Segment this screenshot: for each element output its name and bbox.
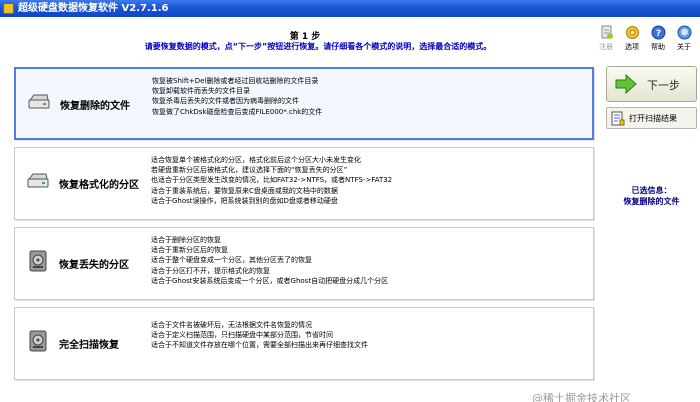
option-line: 适合于定义扫描范围，只扫描硬盘中某部分范围，节省时间 <box>151 331 333 340</box>
options-button[interactable]: 选项 <box>620 23 644 59</box>
disk-search-icon <box>27 250 49 272</box>
option-description: 适合于删除分区的恢复 适合于重新分区后的恢复 适合于整个硬盘变成一个分区，其他分… <box>151 235 388 286</box>
help-button[interactable]: ? 帮助 <box>646 23 670 59</box>
option-line: 恢复做了ChkDsk磁盘检查后变成FILE000*.chk的文件 <box>152 107 323 116</box>
option-recover-lost-partition[interactable]: 恢复丢失的分区 适合于删除分区的恢复 适合于重新分区后的恢复 适合于整个硬盘变成… <box>14 227 594 300</box>
option-line: 适合于文件名被破坏后，无法根据文件名恢复的情况 <box>151 321 312 329</box>
option-line: 适合于分区打不开，提示格式化的恢复 <box>151 266 270 275</box>
option-line: 适合于删除分区的恢复 <box>151 236 221 244</box>
option-description: 适合恢复单个被格式化的分区，格式化前后这个分区大小未发生变化 若硬盘重新分区后被… <box>151 155 392 206</box>
option-line: 适合于Ghost误操作，把系统装到别的盘如D盘或者移动硬盘 <box>151 196 338 205</box>
open-scan-results-label: 打开扫描结果 <box>629 114 677 123</box>
app-icon <box>3 3 14 14</box>
svg-text:?: ? <box>655 29 660 39</box>
option-description: 适合于文件名被破坏后，无法根据文件名恢复的情况 适合于定义扫描范围，只扫描硬盘中… <box>151 320 368 351</box>
option-title: 恢复丢失的分区 <box>59 260 129 271</box>
sidebar: 下一步 打开扫描结果 已选信息： 恢复删除的文件 <box>603 63 700 402</box>
option-line: 恢复杀毒后丢失的文件或者因为病毒删除的文件 <box>152 97 299 106</box>
option-line: 若硬盘重新分区后被格式化，建议选择下面的“恢复丢失的分区” <box>151 166 348 175</box>
toolbar: 注册 选项 ? 帮助 关于 <box>594 23 698 61</box>
title-bar: 超级硬盘数据恢复软件 V2.7.1.6 <box>0 0 700 17</box>
option-title: 恢复删除的文件 <box>60 101 130 112</box>
option-title: 恢复格式化的分区 <box>59 180 139 191</box>
about-label: 关于 <box>677 43 691 51</box>
register-label: 注册 <box>599 43 613 51</box>
selected-info-value: 恢复删除的文件 <box>623 197 680 206</box>
open-scan-results-button[interactable]: 打开扫描结果 <box>606 107 697 129</box>
recovery-mode-list: 恢复删除的文件 恢复被Shift+Del删除或者经过回收站删除的文件目录 恢复卸… <box>10 63 598 402</box>
about-button[interactable]: 关于 <box>672 23 696 59</box>
register-button[interactable]: 注册 <box>594 23 618 59</box>
option-recover-deleted-files[interactable]: 恢复删除的文件 恢复被Shift+Del删除或者经过回收站删除的文件目录 恢复卸… <box>14 67 594 140</box>
option-title: 完全扫描恢复 <box>59 340 119 351</box>
disk-icon <box>28 94 50 110</box>
option-line: 适合于重新分区后的恢复 <box>151 246 228 255</box>
option-line: 适合于重装系统后，要恢复原来C盘桌面或我的文档中的数据 <box>151 186 338 195</box>
selected-info-label: 已选信息： <box>631 186 672 195</box>
main-window: 第 1 步 请要恢复数据的模式，点“下一步”按钮进行恢复。请仔细看各个模式的说明… <box>0 17 700 402</box>
next-step-label: 下一步 <box>647 79 680 92</box>
arrow-right-icon <box>615 73 637 95</box>
option-recover-formatted-partition[interactable]: 恢复格式化的分区 适合恢复单个被格式化的分区，格式化前后这个分区大小未发生变化 … <box>14 147 594 220</box>
window-title: 超级硬盘数据恢复软件 V2.7.1.6 <box>18 3 169 14</box>
option-full-scan-recovery[interactable]: 完全扫描恢复 适合于文件名被破坏后，无法根据文件名恢复的情况 适合于定义扫描范围… <box>14 307 594 380</box>
step-description: 请要恢复数据的模式，点“下一步”按钮进行恢复。请仔细看各个模式的说明，选择最合适… <box>144 42 492 51</box>
register-icon <box>599 25 614 40</box>
option-line: 适合于Ghost安装系统后变成一个分区，或者Ghost自动把硬盘分成几个分区 <box>151 276 389 285</box>
option-line: 适合恢复单个被格式化的分区，格式化前后这个分区大小未发生变化 <box>151 156 361 164</box>
options-label: 选项 <box>625 43 639 51</box>
watermark: @稀土掘金技术社区 <box>532 392 631 402</box>
option-line: 适合于不知道文件存放在哪个位置，需要全部扫描出来再仔细查找文件 <box>151 341 368 350</box>
next-step-button[interactable]: 下一步 <box>606 66 697 102</box>
selected-info: 已选信息： 恢复删除的文件 <box>603 185 700 207</box>
disk-icon <box>27 173 49 189</box>
option-line: 恢复卸载软件而丢失的文件目录 <box>152 87 250 96</box>
disk-search-icon <box>27 330 49 352</box>
help-label: 帮助 <box>651 43 665 51</box>
document-icon <box>611 111 625 126</box>
option-line: 恢复被Shift+Del删除或者经过回收站删除的文件目录 <box>152 77 319 85</box>
option-line: 适合于整个硬盘变成一个分区，其他分区丢了的恢复 <box>151 256 312 265</box>
option-line: 也适合于分区类型发生改变的情况，比如FAT32->NTFS，或者NTFS->FA… <box>151 176 393 185</box>
help-icon: ? <box>651 25 666 40</box>
gear-icon <box>625 25 640 40</box>
option-description: 恢复被Shift+Del删除或者经过回收站删除的文件目录 恢复卸载软件而丢失的文… <box>152 76 322 117</box>
about-icon <box>677 25 692 40</box>
